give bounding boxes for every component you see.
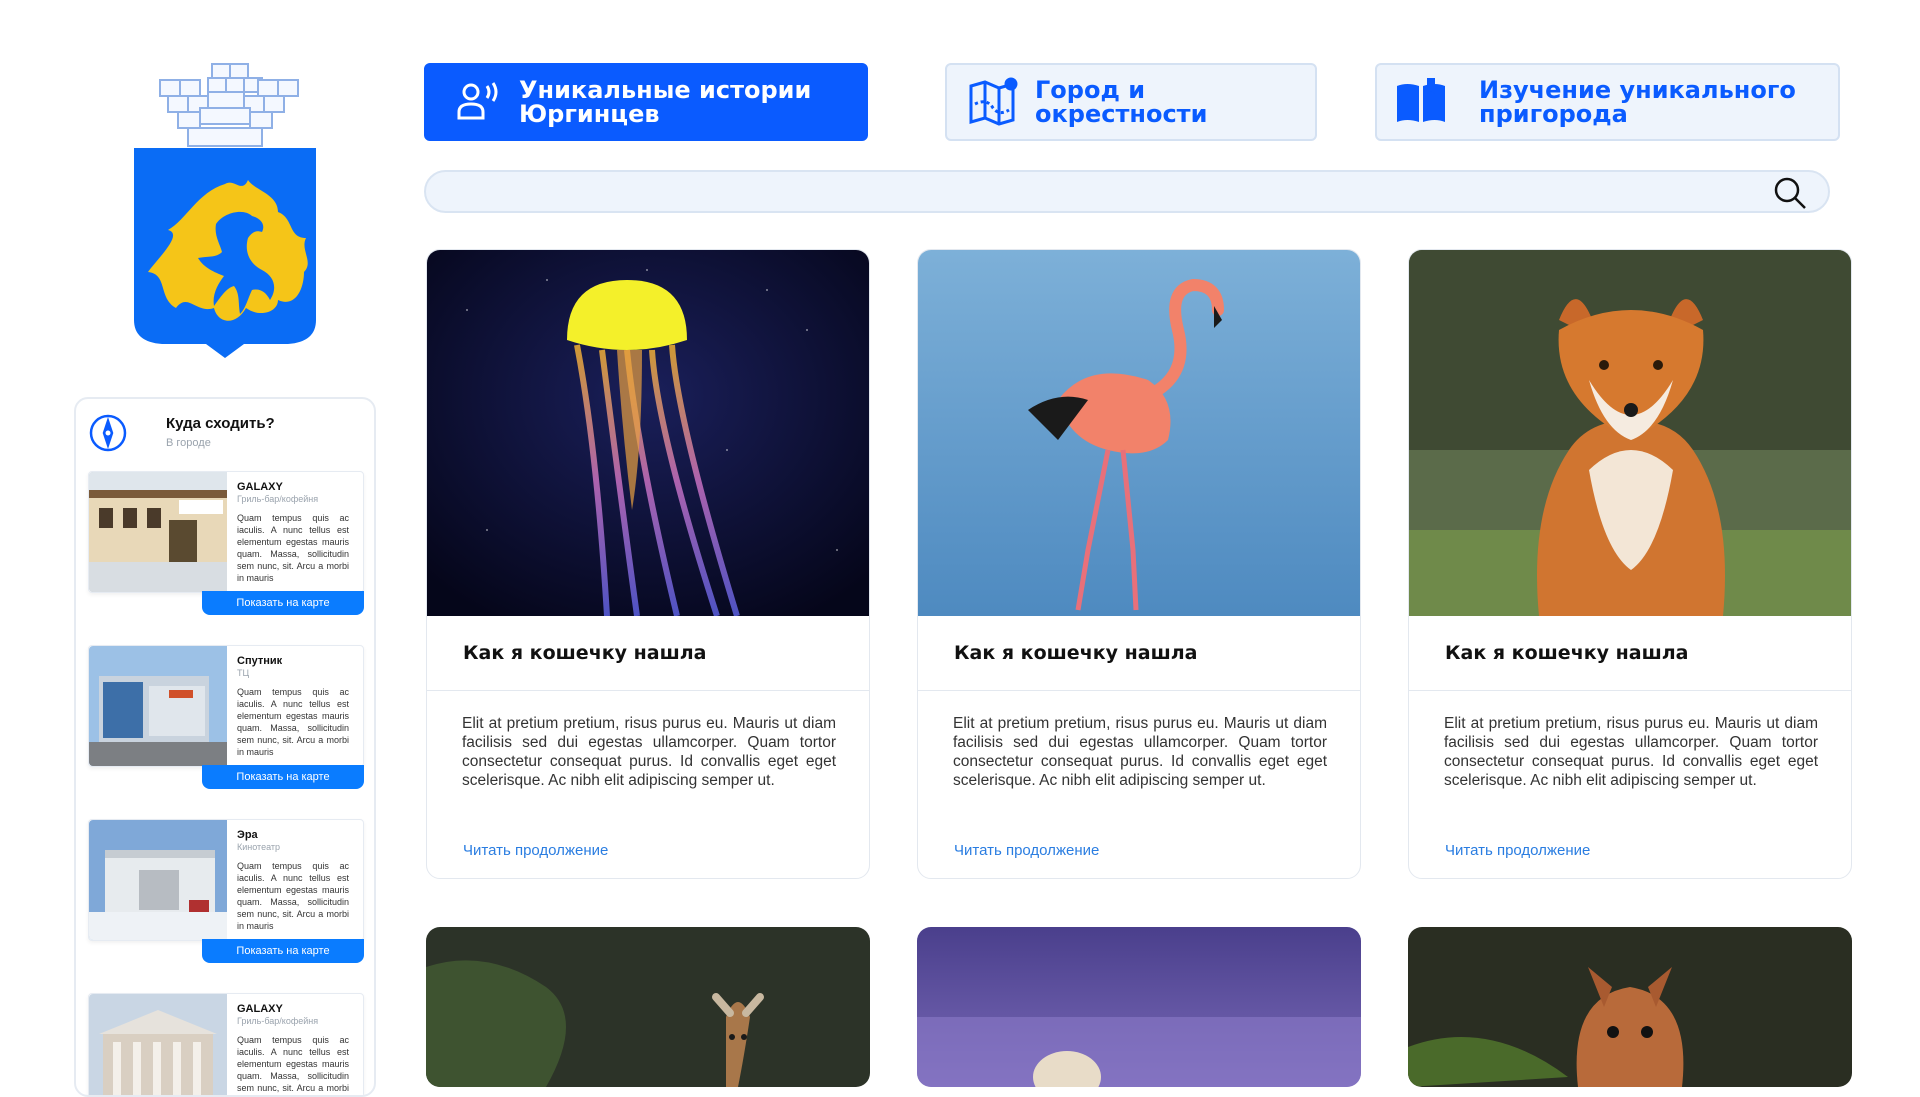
card-divider — [918, 690, 1360, 691]
card-divider — [1409, 690, 1851, 691]
podcast-person-icon — [457, 82, 498, 120]
place-name: GALAXY — [237, 1003, 283, 1015]
coat-of-arms-logo — [134, 63, 316, 358]
place-description: Quam tempus quis ac iaculis. A nunc tell… — [237, 861, 349, 931]
place-photo — [89, 646, 227, 766]
place-card[interactable]: GALAXY Гриль-бар/кофейня Quam tempus qui… — [88, 993, 364, 1095]
story-image-deer[interactable] — [426, 927, 870, 1087]
place-name: GALAXY — [237, 481, 283, 493]
story-title: Как я кошечку нашла — [1445, 642, 1689, 664]
compass-icon — [89, 414, 127, 452]
place-card[interactable]: Эра Кинотеатр Quam tempus quis ac iaculi… — [88, 819, 364, 941]
place-photo — [89, 994, 227, 1095]
story-card[interactable]: Как я кошечку нашла Elit at pretium pret… — [917, 249, 1361, 879]
read-more-link[interactable]: Читать продолжение — [463, 842, 608, 859]
place-description: Quam tempus quis ac iaculis. A nunc tell… — [237, 687, 349, 757]
place-card[interactable]: Спутник ТЦ Quam tempus quis ac iaculis. … — [88, 645, 364, 767]
story-image-fox — [1409, 250, 1851, 616]
sidebar-title: Куда сходить? — [166, 415, 275, 432]
sidebar-subtitle: В городе — [166, 437, 211, 449]
book-icon — [1397, 78, 1445, 122]
nav-button-suburb[interactable]: Изучение уникального пригорода — [1375, 63, 1840, 141]
story-text: Elit at pretium pretium, risus purus eu.… — [462, 715, 836, 789]
place-category: Гриль-бар/кофейня — [237, 1016, 319, 1026]
place-photo — [89, 472, 227, 592]
place-name: Спутник — [237, 655, 283, 667]
map-icon — [969, 77, 1018, 126]
show-on-map-button[interactable]: Показать на карте — [202, 939, 364, 963]
show-on-map-button[interactable]: Показать на карте — [202, 591, 364, 615]
story-card[interactable]: Как я кошечку нашла Elit at pretium pret… — [426, 249, 870, 879]
place-photo — [89, 820, 227, 940]
search-bar[interactable] — [424, 170, 1830, 213]
show-on-map-button[interactable]: Показать на карте — [202, 765, 364, 789]
place-category: Кинотеатр — [237, 842, 281, 852]
read-more-link[interactable]: Читать продолжение — [1445, 842, 1590, 859]
story-image-animal[interactable] — [917, 927, 1361, 1087]
story-image-flamingo — [918, 250, 1360, 616]
places-sidebar: Куда сходить? В городе GALAXY Гриль-бар/… — [74, 397, 376, 1097]
place-description: Quam tempus quis ac iaculis. A nunc tell… — [237, 1035, 349, 1093]
story-image-squirrel[interactable] — [1408, 927, 1852, 1087]
story-title: Как я кошечку нашла — [463, 642, 707, 664]
nav-button-suburb-label: Изучение уникального пригорода — [1479, 76, 1796, 128]
story-text: Elit at pretium pretium, risus purus eu.… — [1444, 715, 1818, 789]
story-image-jellyfish — [427, 250, 869, 616]
story-card[interactable]: Как я кошечку нашла Elit at pretium pret… — [1408, 249, 1852, 879]
nav-button-stories[interactable]: Уникальные истории Юргинцев — [424, 63, 868, 141]
nav-button-stories-label: Уникальные истории Юргинцев — [519, 76, 812, 128]
search-input[interactable] — [446, 178, 1750, 208]
place-card[interactable]: GALAXY Гриль-бар/кофейня Quam tempus qui… — [88, 471, 364, 593]
place-name: Эра — [237, 829, 258, 841]
card-divider — [427, 690, 869, 691]
search-icon[interactable] — [1772, 175, 1808, 211]
place-category: Гриль-бар/кофейня — [237, 494, 319, 504]
place-description: Quam tempus quis ac iaculis. A nunc tell… — [237, 513, 349, 583]
read-more-link[interactable]: Читать продолжение — [954, 842, 1099, 859]
nav-button-city[interactable]: Город и окрестности — [945, 63, 1317, 141]
nav-button-city-label: Город и окрестности — [1035, 76, 1208, 128]
story-text: Elit at pretium pretium, risus purus eu.… — [953, 715, 1327, 789]
story-title: Как я кошечку нашла — [954, 642, 1198, 664]
place-category: ТЦ — [237, 668, 250, 678]
